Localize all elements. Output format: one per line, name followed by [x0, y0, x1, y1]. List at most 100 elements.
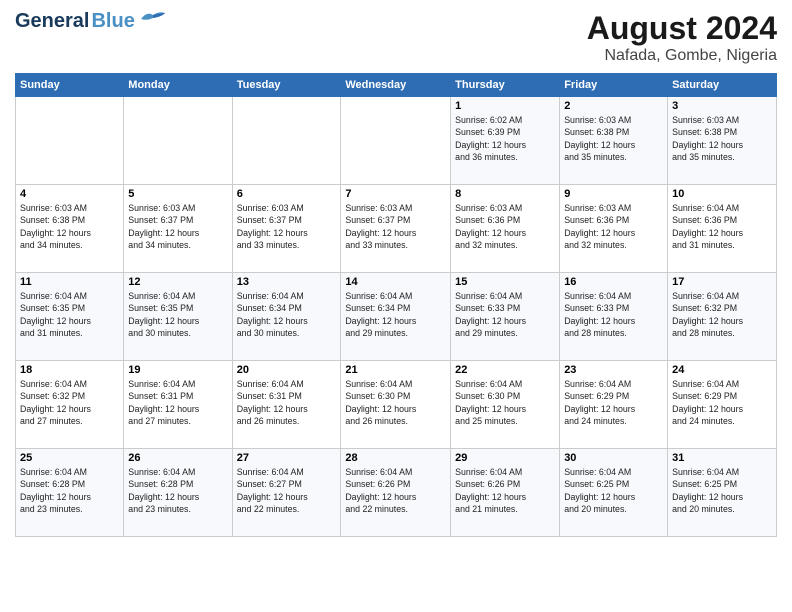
day-info: Sunrise: 6:04 AM Sunset: 6:28 PM Dayligh… — [20, 466, 119, 515]
day-info: Sunrise: 6:04 AM Sunset: 6:25 PM Dayligh… — [672, 466, 772, 515]
day-number: 13 — [237, 276, 337, 288]
calendar-cell: 1Sunrise: 6:02 AM Sunset: 6:39 PM Daylig… — [451, 97, 560, 185]
logo: General Blue — [15, 10, 167, 33]
week-row-3: 11 Sunrise: 6:04 AM Sunset: 6:35 PM Dayli… — [16, 273, 777, 361]
day-info: Sunrise: 6:04 AM Sunset: 6:32 PM Dayligh… — [20, 378, 119, 427]
logo-bird-icon — [139, 9, 167, 27]
day-info: Sunrise: 6:04 AM Sunset: 6:34 PM Dayligh… — [237, 290, 337, 339]
day-info: Sunrise: 6:04 AM Sunset: 6:25 PM Dayligh… — [564, 466, 663, 515]
calendar-cell: 11 Sunrise: 6:04 AM Sunset: 6:35 PM Dayli… — [16, 273, 124, 361]
calendar-cell: 18 Sunrise: 6:04 AM Sunset: 6:32 PM Dayli… — [16, 361, 124, 449]
day-number: 4 — [20, 188, 119, 200]
day-number: 19 — [128, 364, 227, 376]
calendar-cell — [341, 97, 451, 185]
logo-blue: Blue — [91, 10, 134, 33]
col-wednesday: Wednesday — [341, 74, 451, 97]
day-info: Sunrise: 6:03 AM Sunset: 6:36 PM Dayligh… — [455, 202, 555, 251]
calendar-cell: 26Sunrise: 6:04 AM Sunset: 6:28 PM Dayli… — [124, 449, 232, 537]
week-row-1: 1Sunrise: 6:02 AM Sunset: 6:39 PM Daylig… — [16, 97, 777, 185]
calendar-cell: 12 Sunrise: 6:04 AM Sunset: 6:35 PM Dayli… — [124, 273, 232, 361]
col-friday: Friday — [560, 74, 668, 97]
day-info: Sunrise: 6:04 AM Sunset: 6:29 PM Dayligh… — [564, 378, 663, 427]
day-number: 10 — [672, 188, 772, 200]
day-info: Sunrise: 6:04 AM Sunset: 6:33 PM Dayligh… — [564, 290, 663, 339]
day-number: 20 — [237, 364, 337, 376]
calendar-cell: 17 Sunrise: 6:04 AM Sunset: 6:32 PM Dayli… — [668, 273, 777, 361]
day-number: 23 — [564, 364, 663, 376]
day-info: Sunrise: 6:04 AM Sunset: 6:33 PM Dayligh… — [455, 290, 555, 339]
day-info: Sunrise: 6:03 AM Sunset: 6:36 PM Dayligh… — [564, 202, 663, 251]
day-number: 16 — [564, 276, 663, 288]
day-info: Sunrise: 6:04 AM Sunset: 6:26 PM Dayligh… — [345, 466, 446, 515]
calendar-cell: 3Sunrise: 6:03 AM Sunset: 6:38 PM Daylig… — [668, 97, 777, 185]
day-info: Sunrise: 6:04 AM Sunset: 6:32 PM Dayligh… — [672, 290, 772, 339]
day-number: 6 — [237, 188, 337, 200]
calendar-cell: 30Sunrise: 6:04 AM Sunset: 6:25 PM Dayli… — [560, 449, 668, 537]
day-number: 18 — [20, 364, 119, 376]
day-number: 25 — [20, 452, 119, 464]
calendar-cell: 19 Sunrise: 6:04 AM Sunset: 6:31 PM Dayli… — [124, 361, 232, 449]
day-info: Sunrise: 6:04 AM Sunset: 6:35 PM Dayligh… — [128, 290, 227, 339]
day-info: Sunrise: 6:04 AM Sunset: 6:29 PM Dayligh… — [672, 378, 772, 427]
day-info: Sunrise: 6:03 AM Sunset: 6:37 PM Dayligh… — [237, 202, 337, 251]
day-info: Sunrise: 6:04 AM Sunset: 6:31 PM Dayligh… — [128, 378, 227, 427]
calendar-cell: 8Sunrise: 6:03 AM Sunset: 6:36 PM Daylig… — [451, 185, 560, 273]
day-info: Sunrise: 6:03 AM Sunset: 6:38 PM Dayligh… — [672, 114, 772, 163]
page-title: August 2024 — [587, 10, 777, 47]
day-number: 31 — [672, 452, 772, 464]
calendar-cell: 31 Sunrise: 6:04 AM Sunset: 6:25 PM Dayli… — [668, 449, 777, 537]
day-info: Sunrise: 6:04 AM Sunset: 6:35 PM Dayligh… — [20, 290, 119, 339]
week-row-2: 4 Sunrise: 6:03 AM Sunset: 6:38 PM Daylig… — [16, 185, 777, 273]
title-block: August 2024 Nafada, Gombe, Nigeria — [587, 10, 777, 65]
calendar-cell: 6 Sunrise: 6:03 AM Sunset: 6:37 PM Daylig… — [232, 185, 341, 273]
day-number: 29 — [455, 452, 555, 464]
day-number: 5 — [128, 188, 227, 200]
calendar-cell: 25 Sunrise: 6:04 AM Sunset: 6:28 PM Dayli… — [16, 449, 124, 537]
calendar-cell: 15 Sunrise: 6:04 AM Sunset: 6:33 PM Dayli… — [451, 273, 560, 361]
day-info: Sunrise: 6:04 AM Sunset: 6:26 PM Dayligh… — [455, 466, 555, 515]
calendar-cell: 27Sunrise: 6:04 AM Sunset: 6:27 PM Dayli… — [232, 449, 341, 537]
day-number: 7 — [345, 188, 446, 200]
calendar-cell: 28 Sunrise: 6:04 AM Sunset: 6:26 PM Dayli… — [341, 449, 451, 537]
calendar-cell: 23 Sunrise: 6:04 AM Sunset: 6:29 PM Dayli… — [560, 361, 668, 449]
day-info: Sunrise: 6:04 AM Sunset: 6:27 PM Dayligh… — [237, 466, 337, 515]
col-sunday: Sunday — [16, 74, 124, 97]
calendar-cell: 16 Sunrise: 6:04 AM Sunset: 6:33 PM Dayli… — [560, 273, 668, 361]
day-number: 1 — [455, 100, 555, 112]
day-number: 15 — [455, 276, 555, 288]
day-number: 24 — [672, 364, 772, 376]
day-number: 11 — [20, 276, 119, 288]
day-number: 2 — [564, 100, 663, 112]
day-info: Sunrise: 6:03 AM Sunset: 6:37 PM Dayligh… — [128, 202, 227, 251]
day-number: 12 — [128, 276, 227, 288]
day-info: Sunrise: 6:03 AM Sunset: 6:38 PM Dayligh… — [564, 114, 663, 163]
day-info: Sunrise: 6:04 AM Sunset: 6:30 PM Dayligh… — [345, 378, 446, 427]
calendar-cell: 9Sunrise: 6:03 AM Sunset: 6:36 PM Daylig… — [560, 185, 668, 273]
calendar-cell: 22Sunrise: 6:04 AM Sunset: 6:30 PM Dayli… — [451, 361, 560, 449]
calendar-cell: 10 Sunrise: 6:04 AM Sunset: 6:36 PM Dayli… — [668, 185, 777, 273]
calendar-cell: 4 Sunrise: 6:03 AM Sunset: 6:38 PM Daylig… — [16, 185, 124, 273]
calendar-cell — [16, 97, 124, 185]
calendar-cell: 29 Sunrise: 6:04 AM Sunset: 6:26 PM Dayli… — [451, 449, 560, 537]
col-thursday: Thursday — [451, 74, 560, 97]
page: General Blue August 2024 Nafada, Gombe, … — [0, 0, 792, 612]
day-info: Sunrise: 6:04 AM Sunset: 6:34 PM Dayligh… — [345, 290, 446, 339]
calendar-cell: 20 Sunrise: 6:04 AM Sunset: 6:31 PM Dayli… — [232, 361, 341, 449]
calendar-header: Sunday Monday Tuesday Wednesday Thursday… — [16, 74, 777, 97]
calendar-cell: 13 Sunrise: 6:04 AM Sunset: 6:34 PM Dayli… — [232, 273, 341, 361]
week-row-4: 18 Sunrise: 6:04 AM Sunset: 6:32 PM Dayli… — [16, 361, 777, 449]
day-number: 21 — [345, 364, 446, 376]
logo-general: General — [15, 10, 89, 33]
col-tuesday: Tuesday — [232, 74, 341, 97]
header: General Blue August 2024 Nafada, Gombe, … — [15, 10, 777, 65]
day-number: 26 — [128, 452, 227, 464]
day-number: 17 — [672, 276, 772, 288]
day-info: Sunrise: 6:03 AM Sunset: 6:38 PM Dayligh… — [20, 202, 119, 251]
calendar-cell: 14 Sunrise: 6:04 AM Sunset: 6:34 PM Dayli… — [341, 273, 451, 361]
day-number: 14 — [345, 276, 446, 288]
calendar-cell: 2 Sunrise: 6:03 AM Sunset: 6:38 PM Daylig… — [560, 97, 668, 185]
day-info: Sunrise: 6:04 AM Sunset: 6:36 PM Dayligh… — [672, 202, 772, 251]
calendar-cell: 5 Sunrise: 6:03 AM Sunset: 6:37 PM Daylig… — [124, 185, 232, 273]
day-info: Sunrise: 6:04 AM Sunset: 6:31 PM Dayligh… — [237, 378, 337, 427]
day-number: 28 — [345, 452, 446, 464]
